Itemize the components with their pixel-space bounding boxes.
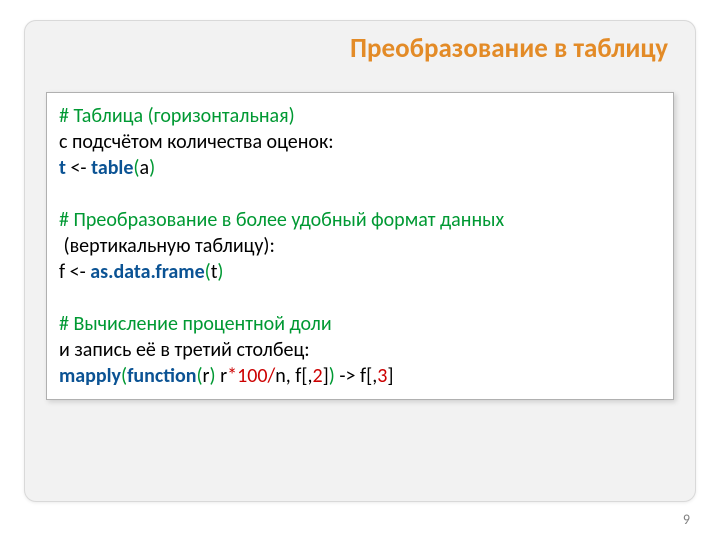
- code-box: # Таблица (горизонтальная) с подсчётом к…: [46, 92, 674, 400]
- arrow-op: <-: [65, 260, 90, 284]
- bracket-open: [,: [366, 364, 377, 388]
- fn-asdataframe: as.data.frame: [90, 260, 204, 284]
- num-3: 3: [377, 364, 387, 388]
- comma: ,: [286, 364, 296, 388]
- num-2: 2: [312, 364, 322, 388]
- comment-line: # Вычисление процентной доли: [59, 311, 661, 337]
- blank-line: [59, 285, 661, 311]
- var-n: n: [275, 364, 286, 388]
- paren-close: ): [217, 260, 223, 284]
- fn-table: table: [91, 156, 133, 180]
- kw-function: function: [127, 364, 196, 388]
- comment-line: # Таблица (горизонтальная): [59, 103, 661, 129]
- paren-close: ): [149, 156, 155, 180]
- slide-title: Преобразование в таблицу: [24, 20, 696, 64]
- fn-mapply: mapply: [59, 364, 121, 388]
- code-line: f <- as.data.frame(t): [59, 259, 661, 285]
- text-line: с подсчётом количества оценок:: [59, 129, 661, 155]
- text-line: и запись её в третий столбец:: [59, 337, 661, 363]
- op-star: *: [227, 364, 237, 388]
- code-line: t <- table(a): [59, 155, 661, 181]
- slide-frame: Преобразование в таблицу # Таблица (гори…: [24, 20, 696, 502]
- page-number: 9: [683, 511, 690, 528]
- code-line: mapply(function(r) r*100/n, f[,2]) -> f[…: [59, 363, 661, 389]
- arg-a: a: [139, 156, 149, 180]
- arrow-op: ->: [335, 364, 360, 388]
- blank-line: [59, 181, 661, 207]
- bracket-close: ]: [387, 364, 393, 388]
- text-line: (вертикальную таблицу):: [59, 233, 661, 259]
- arrow-op: <-: [66, 156, 91, 180]
- var-t: t: [59, 156, 66, 180]
- arg-r: r: [203, 364, 210, 388]
- comment-line: # Преобразование в более удобный формат …: [59, 207, 661, 233]
- bracket-open: [,: [301, 364, 312, 388]
- num-100: 100: [237, 364, 267, 388]
